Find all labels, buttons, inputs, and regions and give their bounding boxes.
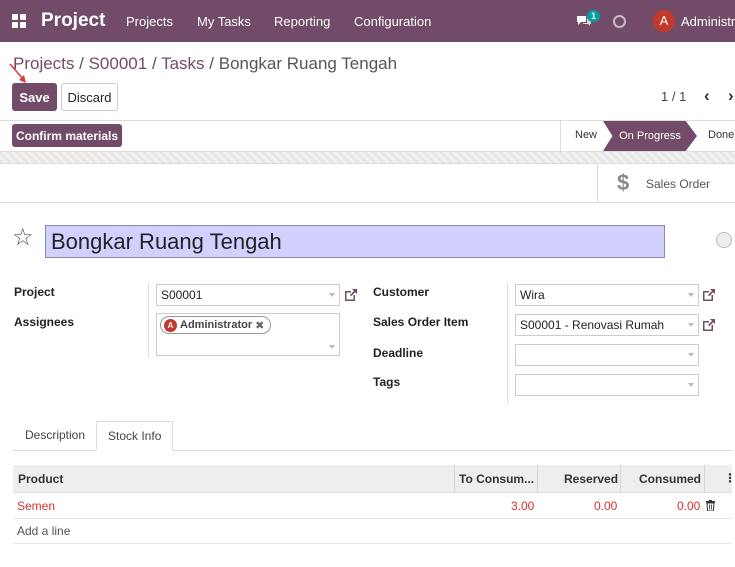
assignees-label: Assignees <box>14 315 75 329</box>
sales-order-smart-button[interactable]: Sales Order <box>646 177 710 191</box>
field-divider <box>148 283 149 358</box>
breadcrumb-current: Bongkar Ruang Tengah <box>218 54 398 73</box>
remove-tag-icon[interactable]: ✖ <box>255 319 264 332</box>
confirm-materials-button[interactable]: Confirm materials <box>12 124 122 147</box>
add-a-line-link[interactable]: Add a line <box>17 524 70 538</box>
menu-projects[interactable]: Projects <box>126 14 173 29</box>
top-navbar: Project Projects My Tasks Reporting Conf… <box>0 0 735 42</box>
dollar-icon[interactable]: $ <box>617 170 629 196</box>
stage-done[interactable]: Done <box>708 129 734 141</box>
column-product[interactable]: Product <box>18 472 63 486</box>
project-field[interactable]: S00001 <box>156 284 340 306</box>
user-avatar[interactable]: A <box>653 10 675 32</box>
assignee-name: Administrator <box>180 319 253 331</box>
tags-field[interactable] <box>515 374 699 396</box>
breadcrumb-tasks[interactable]: Tasks <box>161 54 204 73</box>
red-arrow-icon <box>9 63 26 83</box>
external-link-icon[interactable] <box>343 287 359 303</box>
discard-button[interactable]: Discard <box>61 83 118 111</box>
sales-order-item-label: Sales Order Item <box>373 315 469 329</box>
field-divider <box>507 283 508 403</box>
column-reserved[interactable]: Reserved <box>564 472 618 486</box>
cell-product[interactable]: Semen <box>17 499 55 513</box>
chat-count-badge: 1 <box>587 10 601 22</box>
tab-stock-info[interactable]: Stock Info <box>96 421 174 451</box>
stage-on-progress[interactable]: On Progress <box>603 121 697 151</box>
menu-reporting[interactable]: Reporting <box>274 14 330 29</box>
menu-configuration[interactable]: Configuration <box>354 14 431 29</box>
deadline-field[interactable] <box>515 344 699 366</box>
table-header <box>13 465 732 493</box>
external-link-icon[interactable] <box>701 287 717 303</box>
breadcrumb: Projects / S00001 / Tasks / Bongkar Ruan… <box>13 54 398 73</box>
project-label: Project <box>14 285 55 299</box>
pager-next-icon[interactable]: › <box>728 86 734 106</box>
star-icon[interactable]: ☆ <box>12 226 34 250</box>
cell-reserved[interactable]: 0.00 <box>594 499 617 513</box>
cell-consumed[interactable]: 0.00 <box>677 499 700 513</box>
button-box-divider <box>597 164 598 203</box>
column-consumed[interactable]: Consumed <box>639 472 701 486</box>
customer-field[interactable]: Wira <box>515 284 699 306</box>
assignee-tag[interactable]: A Administrator ✖ <box>160 316 272 334</box>
stage-divider <box>560 121 561 151</box>
customer-label: Customer <box>373 285 430 299</box>
external-link-icon[interactable] <box>701 317 717 333</box>
sales-order-item-field[interactable]: S00001 - Renovasi Rumah <box>515 314 699 336</box>
stage-new[interactable]: New <box>575 129 597 141</box>
cell-to-consume[interactable]: 3.00 <box>511 499 534 513</box>
column-to-consume[interactable]: To Consum... <box>459 472 534 486</box>
assignee-avatar: A <box>164 318 177 332</box>
pager-value[interactable]: 1 / 1 <box>661 89 686 104</box>
user-name[interactable]: Administrator <box>681 14 735 29</box>
apps-menu-icon[interactable] <box>12 14 26 28</box>
pager-previous-icon[interactable]: ‹ <box>704 86 710 106</box>
tab-description[interactable]: Description <box>14 421 96 451</box>
optional-columns-icon[interactable]: ⋮ <box>724 471 735 485</box>
save-button[interactable]: Save <box>12 83 57 111</box>
kanban-state-icon[interactable] <box>716 232 732 248</box>
breadcrumb-s00001[interactable]: S00001 <box>89 54 148 73</box>
trash-icon[interactable] <box>706 500 715 511</box>
sheet-background-stripe <box>0 152 735 164</box>
deadline-label: Deadline <box>373 346 424 360</box>
app-name[interactable]: Project <box>41 10 105 32</box>
tags-label: Tags <box>373 375 401 389</box>
menu-my-tasks[interactable]: My Tasks <box>197 14 251 29</box>
clock-icon[interactable] <box>613 15 626 28</box>
task-title-input[interactable] <box>45 225 665 258</box>
